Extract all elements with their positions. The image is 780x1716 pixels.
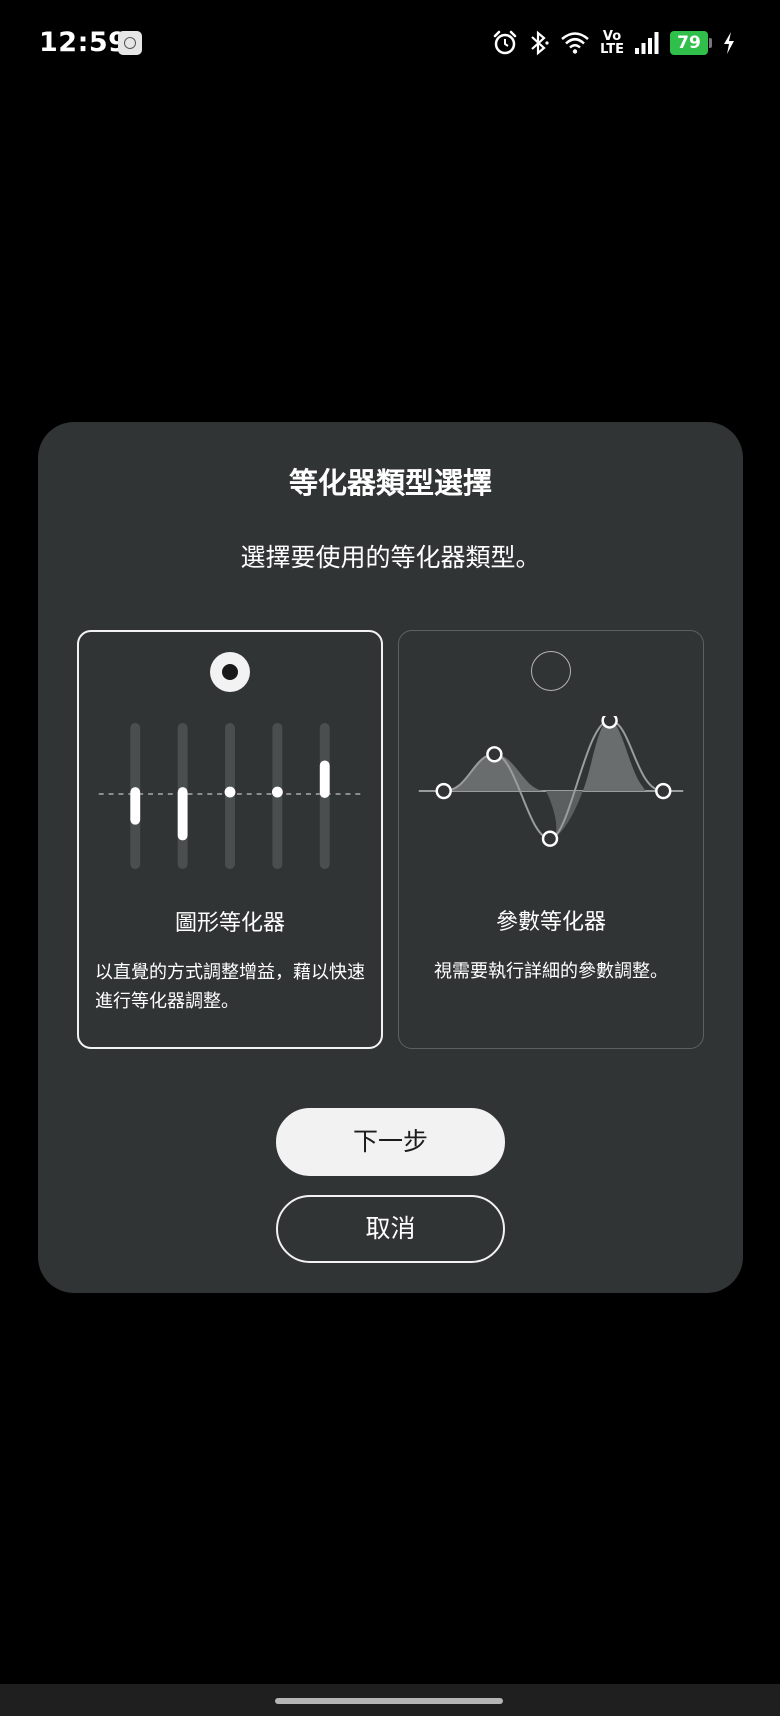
graphic-eq-sliders-icon xyxy=(98,722,362,870)
wifi-icon xyxy=(561,32,589,54)
equalizer-type-dialog: 等化器類型選擇 選擇要使用的等化器類型。 圖形等化器 以直覺的方式調整增益，藉以… xyxy=(38,422,743,1293)
bluetooth-icon xyxy=(531,30,549,56)
radio-unselected-icon[interactable] xyxy=(531,651,571,691)
dialog-subtitle: 選擇要使用的等化器類型。 xyxy=(240,543,541,572)
status-bar: 12:59 Vo LTE 79 xyxy=(0,0,780,88)
alarm-icon xyxy=(493,30,517,55)
graphic-eq-option[interactable]: 圖形等化器 以直覺的方式調整增益，藉以快速進行等化器調整。 xyxy=(77,630,383,1049)
radio-selected-icon[interactable] xyxy=(210,652,250,692)
next-button[interactable]: 下一步 xyxy=(276,1108,505,1176)
charging-icon xyxy=(724,32,734,54)
dialog-title: 等化器類型選擇 xyxy=(288,466,492,500)
graphic-eq-name: 圖形等化器 xyxy=(174,911,285,936)
app-notification-icon xyxy=(118,31,142,55)
status-icons: Vo LTE 79 xyxy=(492,28,736,58)
parametric-eq-option[interactable]: 參數等化器 視需要執行詳細的參數調整。 xyxy=(398,630,704,1049)
cancel-button[interactable]: 取消 xyxy=(276,1195,505,1263)
graphic-eq-description: 以直覺的方式調整增益，藉以快速進行等化器調整。 xyxy=(95,962,365,1012)
parametric-eq-curve-icon xyxy=(418,716,684,847)
status-time: 12:59 xyxy=(39,27,128,58)
signal-icon xyxy=(635,32,659,54)
home-gesture-handle[interactable] xyxy=(275,1698,503,1704)
battery-icon: 79 xyxy=(670,31,712,55)
volte-icon: Vo LTE xyxy=(600,30,624,56)
parametric-eq-name: 參數等化器 xyxy=(495,910,606,935)
parametric-eq-description: 視需要執行詳細的參數調整。 xyxy=(434,961,668,982)
battery-level: 79 xyxy=(670,31,708,55)
navigation-bar xyxy=(0,1684,780,1716)
volte-bottom-label: LTE xyxy=(600,42,624,57)
